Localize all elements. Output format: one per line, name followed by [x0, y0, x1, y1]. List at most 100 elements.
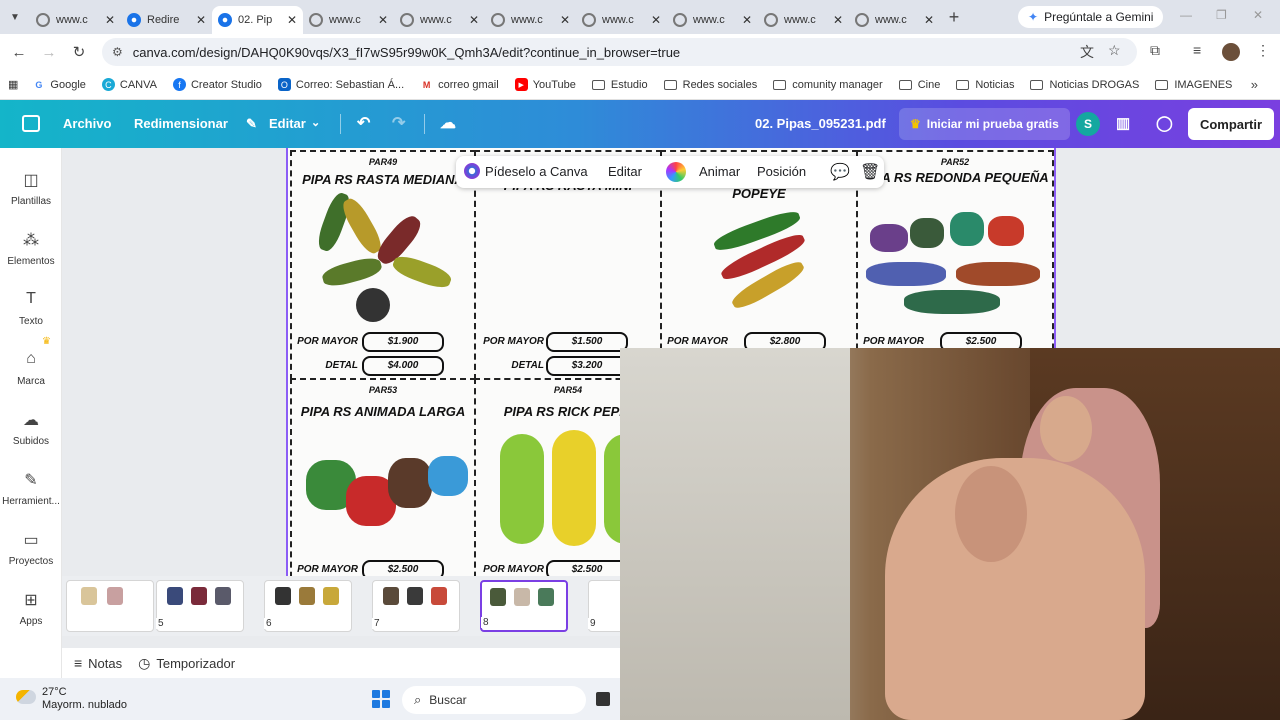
bookmark-creator-studio[interactable]: f Creator Studio: [172, 78, 262, 91]
edit-menu[interactable]: Editar: [269, 116, 306, 131]
windows-start-icon[interactable]: [372, 690, 390, 708]
sidebar-item-uploads[interactable]: ☁ Subidos: [0, 410, 62, 447]
close-tab-icon[interactable]: ✕: [105, 13, 115, 27]
folder-icon: ▭: [23, 532, 39, 549]
page-thumbnail[interactable]: 5: [156, 580, 244, 632]
user-avatar[interactable]: S: [1076, 112, 1100, 136]
weather-widget[interactable]: 27°C Mayorm. nublado: [16, 686, 127, 712]
ask-canva-button[interactable]: Pídeselo a Canva: [485, 164, 588, 179]
browser-tab[interactable]: www.c ✕: [667, 6, 758, 34]
chevron-down-icon[interactable]: ⌄: [311, 116, 320, 129]
page-thumbnail[interactable]: 7: [372, 580, 460, 632]
thumb-preview: [538, 588, 554, 606]
close-tab-icon[interactable]: ✕: [742, 13, 752, 27]
browser-tab[interactable]: www.c ✕: [849, 6, 940, 34]
reading-list-icon[interactable]: ≡: [1193, 42, 1201, 58]
home-icon[interactable]: [22, 115, 40, 132]
profile-avatar[interactable]: [1222, 43, 1240, 61]
bookmark-folder-community[interactable]: comunity manager: [773, 79, 883, 91]
file-menu[interactable]: Archivo: [63, 116, 111, 131]
site-settings-icon[interactable]: ⚙: [112, 45, 123, 59]
timer-button[interactable]: Temporizador: [156, 656, 235, 671]
browser-tab[interactable]: www.c ✕: [303, 6, 394, 34]
sidebar-item-projects[interactable]: ▭ Proyectos: [0, 530, 62, 567]
bookmark-folder-imagenes[interactable]: IMAGENES: [1155, 79, 1232, 91]
resize-menu[interactable]: Redimensionar: [134, 116, 228, 131]
product-card[interactable]: PAR53 PIPA RS ANIMADA LARGA POR MAYOR $2…: [290, 378, 476, 588]
bookmark-gmail[interactable]: Mcorreo gmail: [420, 78, 499, 91]
bookmark-outlook[interactable]: O Correo: Sebastian Á...: [277, 78, 404, 91]
sidebar-item-templates[interactable]: ◫ Plantillas: [0, 170, 62, 207]
notes-button[interactable]: Notas: [88, 656, 122, 671]
new-tab-button[interactable]: +: [940, 7, 968, 28]
close-tab-icon[interactable]: ✕: [651, 13, 661, 27]
cloud-save-icon[interactable]: ☁: [440, 113, 456, 133]
redo-icon[interactable]: ↷: [392, 113, 405, 133]
insights-chart-icon[interactable]: ▥: [1116, 114, 1130, 132]
close-tab-icon[interactable]: ✕: [378, 13, 388, 27]
close-tab-icon[interactable]: ✕: [560, 13, 570, 27]
forward-arrow-icon[interactable]: →: [34, 44, 64, 61]
close-window-icon[interactable]: ✕: [1253, 8, 1263, 22]
taskbar-search[interactable]: ⌕ Buscar: [402, 686, 586, 714]
close-tab-icon[interactable]: ✕: [287, 13, 297, 27]
tab-search-icon[interactable]: ▼: [0, 0, 30, 34]
bookmark-folder-noticias-drogas[interactable]: Noticias DROGAS: [1030, 79, 1139, 91]
document-title[interactable]: 02. Pipas_095231.pdf: [755, 116, 886, 131]
browser-tab[interactable]: www.c ✕: [576, 6, 667, 34]
apps-grid-icon[interactable]: ▦: [8, 78, 18, 91]
share-button[interactable]: Compartir: [1188, 108, 1274, 140]
sidebar-item-text[interactable]: T Texto: [0, 290, 62, 327]
address-bar[interactable]: ⚙ canva.com/design/DAHQ0K90vqs/X3_fI7wS9…: [102, 38, 1137, 66]
bookmark-folder-redes[interactable]: Redes sociales: [663, 79, 757, 91]
more-bookmarks-icon[interactable]: »: [1251, 77, 1258, 92]
browser-tab[interactable]: www.c ✕: [394, 6, 485, 34]
undo-icon[interactable]: ↶: [357, 113, 370, 133]
close-tab-icon[interactable]: ✕: [469, 13, 479, 27]
bookmark-folder-noticias[interactable]: Noticias: [956, 79, 1014, 91]
product-card[interactable]: PAR49 PIPA RS RASTA MEDIANA POR MAYOR $1…: [290, 150, 476, 380]
page-thumbnail-active[interactable]: 8: [480, 580, 568, 632]
close-tab-icon[interactable]: ✕: [833, 13, 843, 27]
pencil-icon: ✎: [246, 116, 257, 131]
sidebar-item-tools[interactable]: ✎ Herramient...: [0, 470, 62, 507]
extensions-icon[interactable]: ⧉: [1150, 42, 1160, 59]
edit-element-button[interactable]: Editar: [608, 164, 642, 179]
sidebar-item-brand[interactable]: ⌂ Marca: [0, 350, 62, 387]
browser-tab[interactable]: www.c ✕: [758, 6, 849, 34]
bookmark-google[interactable]: G Google: [32, 78, 86, 91]
browser-menu-icon[interactable]: ⋮: [1256, 42, 1270, 59]
taskbar-app-icon[interactable]: [596, 692, 610, 706]
browser-tab[interactable]: www.c ✕: [485, 6, 576, 34]
start-trial-button[interactable]: ♛ Iniciar mi prueba gratis: [899, 108, 1070, 140]
position-button[interactable]: Posición: [757, 164, 806, 179]
gemini-button[interactable]: ✦ Pregúntale a Gemini: [1018, 6, 1164, 28]
bookmark-folder-estudio[interactable]: Estudio: [591, 79, 648, 91]
browser-tab-active[interactable]: 02. Pip ✕: [212, 6, 303, 34]
bookmark-canva[interactable]: C CANVA: [101, 78, 157, 91]
sidebar-item-apps[interactable]: ⊞ Apps: [0, 590, 62, 627]
animate-button[interactable]: Animar: [699, 164, 740, 179]
translate-icon[interactable]: 文: [1080, 42, 1094, 62]
price-label: POR MAYOR: [863, 336, 924, 347]
page-thumbnail[interactable]: [66, 580, 154, 632]
bookmark-youtube[interactable]: ▶ YouTube: [514, 78, 576, 91]
browser-tab[interactable]: Redire ✕: [121, 6, 212, 34]
page-thumbnail[interactable]: 6: [264, 580, 352, 632]
product-card[interactable]: PAR52 PIPA RS REDONDA PEQUEÑA POR MAYOR …: [856, 150, 1054, 380]
sidebar-item-elements[interactable]: ⁂ Elementos: [0, 230, 62, 267]
comment-icon[interactable]: ◯: [1156, 114, 1173, 132]
close-tab-icon[interactable]: ✕: [924, 13, 934, 27]
color-wheel-icon[interactable]: [666, 162, 686, 182]
reload-icon[interactable]: ↻: [64, 43, 94, 61]
bookmark-star-icon[interactable]: ☆: [1108, 42, 1121, 59]
back-arrow-icon[interactable]: ←: [4, 44, 34, 61]
restore-icon[interactable]: ❐: [1216, 8, 1227, 22]
trash-icon[interactable]: 🗑: [860, 162, 880, 182]
facebook-icon: f: [172, 78, 186, 91]
browser-tab[interactable]: www.c ✕: [30, 6, 121, 34]
add-comment-icon[interactable]: 💬: [830, 162, 850, 182]
bookmark-folder-cine[interactable]: Cine: [898, 79, 940, 91]
close-tab-icon[interactable]: ✕: [196, 13, 206, 27]
minimize-icon[interactable]: —: [1180, 8, 1192, 22]
